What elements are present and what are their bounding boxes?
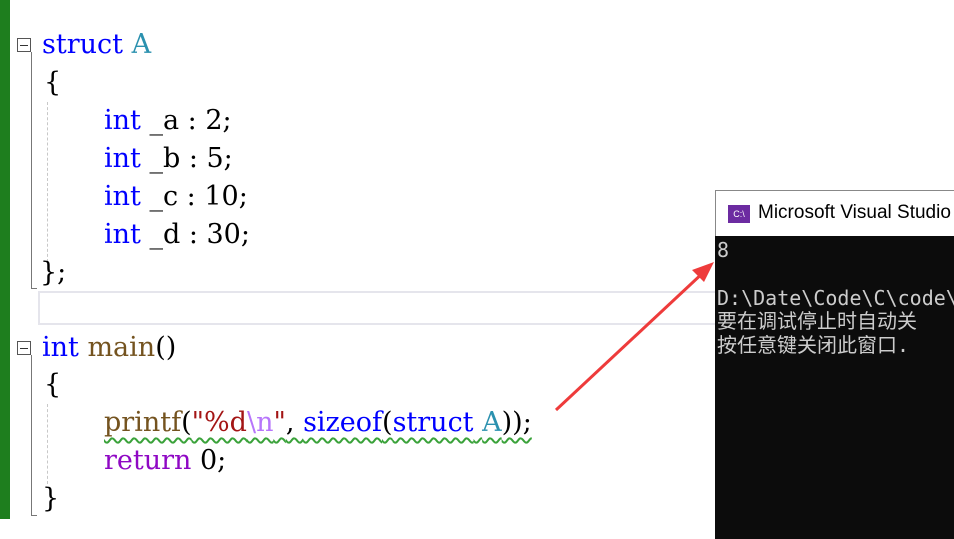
console-output-line: 8 xyxy=(717,238,730,262)
console-output-line: D:\Date\Code\C\code\ xyxy=(717,286,954,310)
console-title: Microsoft Visual Studio xyxy=(758,202,951,223)
console-app-icon: C:\ xyxy=(728,205,750,223)
console-output-line: 按任意键关闭此窗口. xyxy=(717,333,910,357)
console-output-line: 要在调试停止时自动关 xyxy=(717,309,917,333)
console-title-bar[interactable]: C:\ Microsoft Visual Studio xyxy=(715,190,954,236)
console-window[interactable]: C:\ Microsoft Visual Studio 8 D:\Date\Co… xyxy=(715,190,954,539)
